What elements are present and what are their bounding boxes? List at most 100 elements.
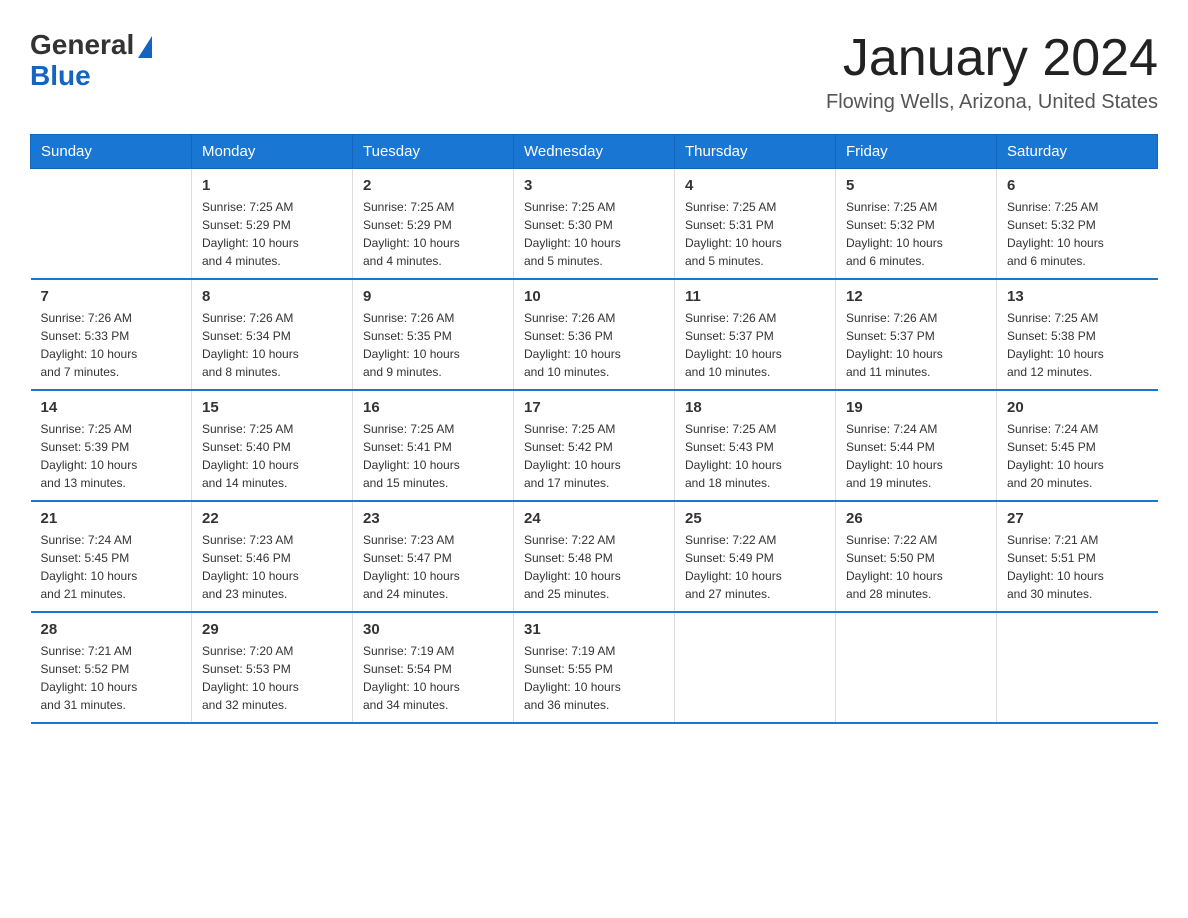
calendar-cell: 1Sunrise: 7:25 AMSunset: 5:29 PMDaylight… bbox=[192, 169, 353, 280]
day-number: 14 bbox=[41, 399, 182, 416]
day-info: Sunrise: 7:25 AMSunset: 5:39 PMDaylight:… bbox=[41, 420, 182, 492]
day-of-week-header: Thursday bbox=[675, 135, 836, 169]
day-number: 3 bbox=[524, 177, 664, 194]
calendar-cell: 21 Sunrise: 7:24 AMSunset: 5:45 PMDayligh… bbox=[31, 501, 192, 612]
day-number: 26 bbox=[846, 510, 986, 527]
calendar-cell bbox=[31, 169, 192, 280]
calendar-table: SundayMondayTuesdayWednesdayThursdayFrid… bbox=[30, 134, 1158, 724]
calendar-cell: 13 Sunrise: 7:25 AMSunset: 5:38 PMDayligh… bbox=[997, 279, 1158, 390]
logo: General Blue bbox=[30, 30, 152, 92]
day-number: 30 bbox=[363, 621, 503, 638]
calendar-cell: 3Sunrise: 7:25 AMSunset: 5:30 PMDaylight… bbox=[514, 169, 675, 280]
calendar-cell: 31 Sunrise: 7:19 AMSunset: 5:55 PMDayligh… bbox=[514, 612, 675, 723]
title-section: January 2024 Flowing Wells, Arizona, Uni… bbox=[826, 30, 1158, 114]
day-number: 21 bbox=[41, 510, 182, 527]
day-info: Sunrise: 7:25 AMSunset: 5:32 PMDaylight:… bbox=[846, 198, 986, 270]
calendar-cell: 16Sunrise: 7:25 AMSunset: 5:41 PMDayligh… bbox=[353, 390, 514, 501]
day-number: 10 bbox=[524, 288, 664, 305]
calendar-week-row: 21 Sunrise: 7:24 AMSunset: 5:45 PMDayligh… bbox=[31, 501, 1158, 612]
month-title: January 2024 bbox=[826, 30, 1158, 87]
day-info: Sunrise: 7:25 AMSunset: 5:38 PMDaylight:… bbox=[1007, 309, 1148, 381]
day-info: Sunrise: 7:25 AMSunset: 5:32 PMDaylight:… bbox=[1007, 198, 1148, 270]
day-info: Sunrise: 7:21 AMSunset: 5:52 PMDaylight:… bbox=[41, 642, 182, 714]
calendar-cell: 24 Sunrise: 7:22 AMSunset: 5:48 PMDayligh… bbox=[514, 501, 675, 612]
day-number: 20 bbox=[1007, 399, 1148, 416]
day-info: Sunrise: 7:20 AMSunset: 5:53 PMDaylight:… bbox=[202, 642, 342, 714]
calendar-week-row: 7 Sunrise: 7:26 AMSunset: 5:33 PMDaylight… bbox=[31, 279, 1158, 390]
day-info: Sunrise: 7:23 AMSunset: 5:47 PMDaylight:… bbox=[363, 531, 503, 603]
day-number: 1 bbox=[202, 177, 342, 194]
calendar-cell: 14 Sunrise: 7:25 AMSunset: 5:39 PMDayligh… bbox=[31, 390, 192, 501]
day-info: Sunrise: 7:19 AMSunset: 5:55 PMDaylight:… bbox=[524, 642, 664, 714]
day-of-week-header: Wednesday bbox=[514, 135, 675, 169]
day-info: Sunrise: 7:26 AMSunset: 5:37 PMDaylight:… bbox=[685, 309, 825, 381]
calendar-cell: 6 Sunrise: 7:25 AMSunset: 5:32 PMDaylight… bbox=[997, 169, 1158, 280]
calendar-cell: 18 Sunrise: 7:25 AMSunset: 5:43 PMDayligh… bbox=[675, 390, 836, 501]
day-info: Sunrise: 7:19 AMSunset: 5:54 PMDaylight:… bbox=[363, 642, 503, 714]
calendar-cell: 5 Sunrise: 7:25 AMSunset: 5:32 PMDaylight… bbox=[836, 169, 997, 280]
calendar-cell: 23 Sunrise: 7:23 AMSunset: 5:47 PMDayligh… bbox=[353, 501, 514, 612]
day-info: Sunrise: 7:22 AMSunset: 5:50 PMDaylight:… bbox=[846, 531, 986, 603]
location-title: Flowing Wells, Arizona, United States bbox=[826, 91, 1158, 114]
day-number: 27 bbox=[1007, 510, 1148, 527]
day-number: 12 bbox=[846, 288, 986, 305]
day-info: Sunrise: 7:24 AMSunset: 5:44 PMDaylight:… bbox=[846, 420, 986, 492]
day-number: 7 bbox=[41, 288, 182, 305]
day-info: Sunrise: 7:26 AMSunset: 5:36 PMDaylight:… bbox=[524, 309, 664, 381]
day-number: 18 bbox=[685, 399, 825, 416]
calendar-cell bbox=[997, 612, 1158, 723]
calendar-cell: 28Sunrise: 7:21 AMSunset: 5:52 PMDayligh… bbox=[31, 612, 192, 723]
day-number: 31 bbox=[524, 621, 664, 638]
day-info: Sunrise: 7:25 AMSunset: 5:31 PMDaylight:… bbox=[685, 198, 825, 270]
calendar-week-row: 1 Sunrise: 7:25 AMSunset: 5:29 PMDaylight… bbox=[31, 169, 1158, 280]
day-of-week-header: Friday bbox=[836, 135, 997, 169]
day-info: Sunrise: 7:25 AMSunset: 5:40 PMDaylight:… bbox=[202, 420, 342, 492]
day-info: Sunrise: 7:25 AMSunset: 5:29 PMDaylight:… bbox=[363, 198, 503, 270]
day-info: Sunrise: 7:26 AMSunset: 5:33 PMDaylight:… bbox=[41, 309, 182, 381]
day-info: Sunrise: 7:21 AMSunset: 5:51 PMDaylight:… bbox=[1007, 531, 1148, 603]
calendar-cell: 2 Sunrise: 7:25 AMSunset: 5:29 PMDaylight… bbox=[353, 169, 514, 280]
day-number: 24 bbox=[524, 510, 664, 527]
calendar-cell: 22 Sunrise: 7:23 AMSunset: 5:46 PMDayligh… bbox=[192, 501, 353, 612]
day-number: 13 bbox=[1007, 288, 1148, 305]
logo-general-text: General bbox=[30, 30, 134, 61]
calendar-header-row: SundayMondayTuesdayWednesdayThursdayFrid… bbox=[31, 135, 1158, 169]
day-info: Sunrise: 7:22 AMSunset: 5:49 PMDaylight:… bbox=[685, 531, 825, 603]
calendar-cell: 25 Sunrise: 7:22 AMSunset: 5:49 PMDayligh… bbox=[675, 501, 836, 612]
day-number: 17 bbox=[524, 399, 664, 416]
day-number: 6 bbox=[1007, 177, 1148, 194]
day-info: Sunrise: 7:26 AMSunset: 5:34 PMDaylight:… bbox=[202, 309, 342, 381]
day-number: 11 bbox=[685, 288, 825, 305]
day-info: Sunrise: 7:23 AMSunset: 5:46 PMDaylight:… bbox=[202, 531, 342, 603]
calendar-cell bbox=[836, 612, 997, 723]
day-info: Sunrise: 7:24 AMSunset: 5:45 PMDaylight:… bbox=[1007, 420, 1148, 492]
calendar-week-row: 14 Sunrise: 7:25 AMSunset: 5:39 PMDayligh… bbox=[31, 390, 1158, 501]
day-of-week-header: Tuesday bbox=[353, 135, 514, 169]
day-number: 4 bbox=[685, 177, 825, 194]
day-info: Sunrise: 7:24 AMSunset: 5:45 PMDaylight:… bbox=[41, 531, 182, 603]
calendar-cell: 19Sunrise: 7:24 AMSunset: 5:44 PMDayligh… bbox=[836, 390, 997, 501]
day-info: Sunrise: 7:25 AMSunset: 5:42 PMDaylight:… bbox=[524, 420, 664, 492]
day-of-week-header: Sunday bbox=[31, 135, 192, 169]
day-number: 9 bbox=[363, 288, 503, 305]
calendar-cell: 15Sunrise: 7:25 AMSunset: 5:40 PMDayligh… bbox=[192, 390, 353, 501]
day-number: 23 bbox=[363, 510, 503, 527]
calendar-cell: 27 Sunrise: 7:21 AMSunset: 5:51 PMDayligh… bbox=[997, 501, 1158, 612]
calendar-cell: 8 Sunrise: 7:26 AMSunset: 5:34 PMDaylight… bbox=[192, 279, 353, 390]
day-number: 2 bbox=[363, 177, 503, 194]
calendar-cell: 9Sunrise: 7:26 AMSunset: 5:35 PMDaylight… bbox=[353, 279, 514, 390]
calendar-cell: 7 Sunrise: 7:26 AMSunset: 5:33 PMDaylight… bbox=[31, 279, 192, 390]
day-info: Sunrise: 7:25 AMSunset: 5:43 PMDaylight:… bbox=[685, 420, 825, 492]
day-of-week-header: Saturday bbox=[997, 135, 1158, 169]
calendar-cell: 29 Sunrise: 7:20 AMSunset: 5:53 PMDayligh… bbox=[192, 612, 353, 723]
day-number: 25 bbox=[685, 510, 825, 527]
day-number: 22 bbox=[202, 510, 342, 527]
day-number: 29 bbox=[202, 621, 342, 638]
day-number: 16 bbox=[363, 399, 503, 416]
calendar-cell: 20 Sunrise: 7:24 AMSunset: 5:45 PMDayligh… bbox=[997, 390, 1158, 501]
calendar-week-row: 28Sunrise: 7:21 AMSunset: 5:52 PMDayligh… bbox=[31, 612, 1158, 723]
day-number: 5 bbox=[846, 177, 986, 194]
day-number: 8 bbox=[202, 288, 342, 305]
calendar-cell: 11 Sunrise: 7:26 AMSunset: 5:37 PMDayligh… bbox=[675, 279, 836, 390]
day-info: Sunrise: 7:22 AMSunset: 5:48 PMDaylight:… bbox=[524, 531, 664, 603]
